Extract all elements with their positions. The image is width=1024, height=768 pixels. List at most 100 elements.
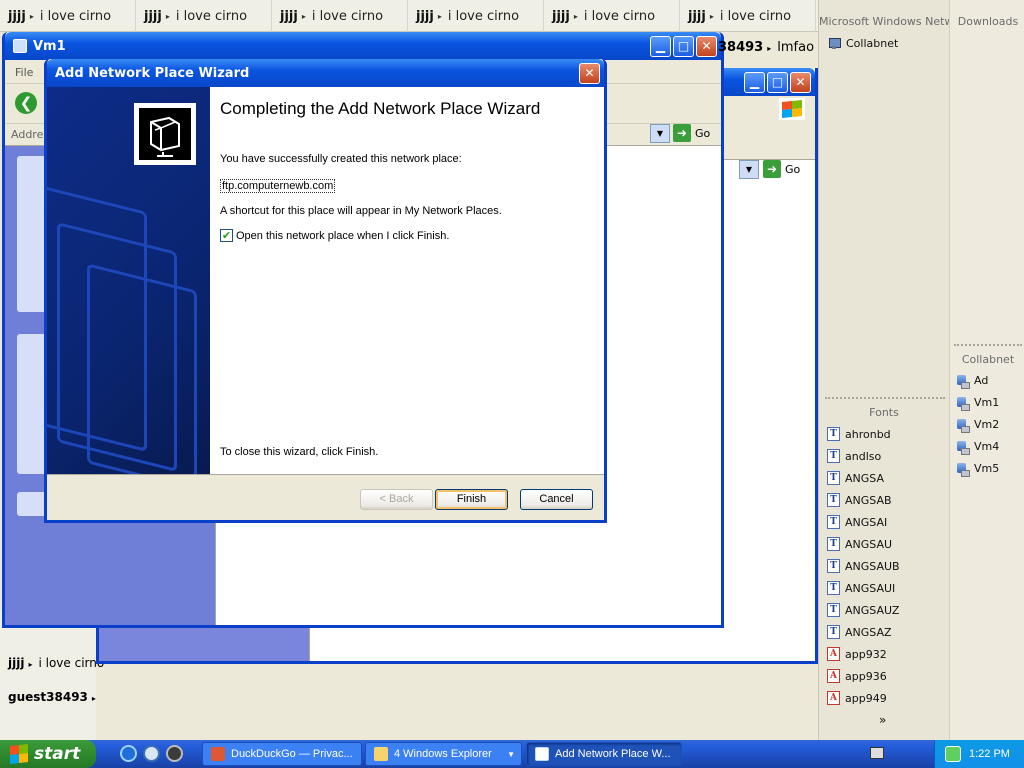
downloads-header: Downloads xyxy=(957,15,1019,28)
maximize-button[interactable]: □ xyxy=(673,36,694,57)
font-item[interactable]: Aapp936 xyxy=(827,669,887,683)
task-add-network-place-wizard[interactable]: Add Network Place W... xyxy=(526,742,682,766)
computer-icon xyxy=(13,39,27,53)
chat-arrow-icon: ▸ xyxy=(437,11,442,21)
font-item[interactable]: Tandlso xyxy=(827,449,881,463)
network-item-collabnet[interactable]: Collabnet xyxy=(827,36,898,50)
downloads-collabnet-column: Downloads Collabnet Ad Vm1 Vm2 Vm4 Vm5 xyxy=(949,0,1024,740)
start-button[interactable]: start xyxy=(0,740,96,768)
truetype-font-icon: T xyxy=(827,625,840,639)
group-dropdown-icon: ▼ xyxy=(507,749,515,759)
font-item[interactable]: T ANGSAUB xyxy=(827,559,900,573)
chat-arrow-icon: ▸ xyxy=(301,11,306,21)
vm1-titlebar[interactable]: Vm1 ▁ □ ✕ xyxy=(5,32,721,60)
system-tray: 1:22 PM xyxy=(934,740,1024,768)
chat-arrow-icon: ▸ xyxy=(165,11,170,21)
font-item[interactable]: Aapp949 xyxy=(827,691,887,705)
chat-tab[interactable]: jjjj ▸ i love cirno xyxy=(272,0,408,32)
close-button[interactable]: ✕ xyxy=(790,72,811,93)
media-player-icon[interactable] xyxy=(143,745,160,762)
wizard-close-button[interactable]: ✕ xyxy=(579,63,600,84)
more-chevron-icon[interactable]: » xyxy=(879,713,886,727)
back-button[interactable]: < Back xyxy=(360,489,433,510)
go-button[interactable]: ➜ Go xyxy=(673,124,710,142)
left-chat-row[interactable]: jjjj ▸ i love cirno xyxy=(8,656,104,670)
finish-button[interactable]: Finish xyxy=(435,489,508,510)
open-place-checkbox-label[interactable]: Open this network place when I click Fin… xyxy=(236,230,449,242)
wizard-titlebar[interactable]: Add Network Place Wizard ✕ xyxy=(47,59,604,87)
minimize-button[interactable]: ▁ xyxy=(744,72,765,93)
left-chat-column: jjjj ▸ i love cirno guest38493 ▸ xyxy=(0,610,104,740)
font-item[interactable]: Tahronbd xyxy=(827,427,891,441)
font-item[interactable]: T ANGSAUZ xyxy=(827,603,899,617)
network-place-url: ftp.computernewb.com xyxy=(220,179,336,193)
truetype-font-icon: T xyxy=(827,581,840,595)
fonts-header: Fonts xyxy=(869,406,899,419)
computer-icon xyxy=(956,440,970,455)
address-dropdown-arrow[interactable]: ▼ xyxy=(650,124,670,143)
truetype-font-icon: T xyxy=(827,427,840,441)
chat-tab-strip: jjjj ▸ i love cirno jjjj ▸ i love cirno jjjj ▸ i… xyxy=(0,0,818,32)
add-network-place-wizard[interactable]: Add Network Place Wizard ✕ Completing th… xyxy=(44,59,607,523)
chat-arrow-icon: ▸ xyxy=(29,11,34,21)
chat-tab[interactable]: jjjj ▸ i love cirno xyxy=(408,0,544,32)
font-item[interactable]: T ANGSAU xyxy=(827,537,892,551)
play-icon[interactable] xyxy=(166,745,183,762)
computer-item[interactable]: Vm2 xyxy=(956,418,999,433)
font-item[interactable]: T ANGSAB xyxy=(827,493,892,507)
chat-tab[interactable]: jjjj ▸ i love cirno xyxy=(0,0,136,32)
chat-tab[interactable]: jjjj ▸ i love cirno xyxy=(544,0,680,32)
close-button[interactable]: ✕ xyxy=(696,36,717,57)
taskbar: start DuckDuckGo — Privac... 4 Windows E… xyxy=(0,740,1024,768)
go-arrow-icon: ➜ xyxy=(673,124,691,142)
internet-explorer-icon[interactable] xyxy=(120,745,137,762)
task-windows-explorer[interactable]: 4 Windows Explorer ▼ xyxy=(365,742,522,766)
chat-fragment[interactable]: 38493 ▸ lmfao xyxy=(718,40,814,55)
close-instruction-text: To close this wizard, click Finish. xyxy=(220,446,379,458)
cancel-button[interactable]: Cancel xyxy=(520,489,593,510)
truetype-font-icon: T xyxy=(827,603,840,617)
font-item[interactable]: Aapp932 xyxy=(827,647,887,661)
computer-item[interactable]: Vm5 xyxy=(956,462,999,477)
back-arrow-icon[interactable]: ❮ xyxy=(15,92,37,114)
opentype-font-icon: A xyxy=(827,669,840,683)
go-button[interactable]: ➜ Go xyxy=(763,160,800,178)
clock: 1:22 PM xyxy=(969,748,1010,760)
maximize-button[interactable]: □ xyxy=(767,72,788,93)
computer-item[interactable]: Vm4 xyxy=(956,440,999,455)
left-chat-row[interactable]: guest38493 ▸ xyxy=(8,690,96,704)
opentype-font-icon: A xyxy=(827,647,840,661)
wizard-heading: Completing the Add Network Place Wizard xyxy=(220,99,541,118)
font-item[interactable]: T ANGSAUI xyxy=(827,581,895,595)
windows-logo-icon xyxy=(779,98,805,120)
chat-tab[interactable]: jjjj ▸ i love cirno xyxy=(136,0,272,32)
wizard-content: Completing the Add Network Place Wizard … xyxy=(210,87,604,474)
ms-network-header: Microsoft Windows Network xyxy=(819,15,949,28)
task-duckduckgo[interactable]: DuckDuckGo — Privac... xyxy=(202,742,362,766)
font-item[interactable]: T ANGSA xyxy=(827,471,884,485)
network-status-icon[interactable] xyxy=(945,746,961,762)
collabnet-header: Collabnet xyxy=(961,353,1015,366)
computer-item[interactable]: Vm1 xyxy=(956,396,999,411)
folder-icon xyxy=(374,747,388,761)
keyboard-icon[interactable] xyxy=(870,747,884,759)
truetype-font-icon: T xyxy=(827,559,840,573)
truetype-font-icon: T xyxy=(827,515,840,529)
font-item[interactable]: T ANGSAZ xyxy=(827,625,892,639)
chat-tab[interactable]: jjjj ▸ i love cirno xyxy=(680,0,816,32)
truetype-font-icon: T xyxy=(827,449,840,463)
duckduckgo-icon xyxy=(211,747,225,761)
font-item[interactable]: T ANGSAI xyxy=(827,515,887,529)
wizard-button-bar: < Back Finish Cancel xyxy=(47,474,604,520)
computer-icon xyxy=(956,418,970,433)
created-text: You have successfully created this netwo… xyxy=(220,153,462,165)
wizard-side-banner xyxy=(47,87,210,474)
computer-item[interactable]: Ad xyxy=(956,374,988,389)
go-arrow-icon: ➜ xyxy=(763,160,781,178)
shortcut-text: A shortcut for this place will appear in… xyxy=(220,205,502,217)
address-dropdown-arrow[interactable]: ▼ xyxy=(739,160,759,179)
network-icon xyxy=(827,36,841,50)
minimize-button[interactable]: ▁ xyxy=(650,36,671,57)
open-place-checkbox[interactable]: ✔ xyxy=(220,229,233,242)
menu-file[interactable]: File xyxy=(15,66,33,79)
